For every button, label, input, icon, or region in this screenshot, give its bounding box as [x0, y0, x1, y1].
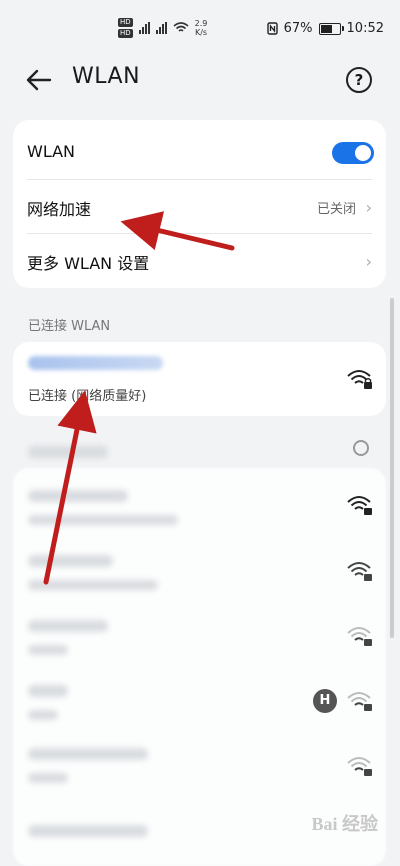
- connection-status: 已连接 (网络质量好): [28, 389, 147, 404]
- wifi-lock-icon: [347, 757, 372, 776]
- hd-badge-1: HD: [118, 18, 133, 27]
- acceleration-value: 已关闭: [316, 202, 356, 217]
- connected-network-item[interactable]: 已连接 (网络质量好): [13, 342, 386, 416]
- wifi-lock-icon: [347, 627, 372, 646]
- nfc-icon: [266, 22, 278, 35]
- page-title: WLAN: [72, 64, 141, 89]
- signal-icon-2: [155, 22, 167, 34]
- battery-icon: [318, 22, 344, 35]
- blur-text: [28, 446, 108, 458]
- wlan-label: WLAN: [27, 142, 76, 161]
- more-wlan-settings-row[interactable]: 更多 WLAN 设置 ›: [13, 232, 386, 288]
- wifi-lock-icon: [347, 692, 372, 711]
- status-bar: HD HD 2.9 K/s 67% 10:52: [0, 0, 400, 58]
- blur-text: [28, 620, 108, 632]
- network-name-blurred: [28, 356, 163, 370]
- blur-text: [28, 710, 58, 720]
- more-settings-label: 更多 WLAN 设置: [27, 254, 150, 273]
- blur-text: [28, 685, 68, 697]
- wifi-lock-icon: [347, 496, 372, 515]
- settings-card: WLAN 网络加速 已关闭 › 更多 WLAN 设置 ›: [13, 120, 386, 288]
- blur-text: [28, 580, 158, 590]
- network-speed: 2.9 K/s: [195, 19, 208, 37]
- blur-text: [28, 825, 148, 837]
- wifi6-badge-icon: H: [313, 689, 337, 713]
- hd-badge-2: HD: [118, 29, 133, 38]
- connected-section-title: 已连接 WLAN: [28, 319, 111, 334]
- speed-unit: K/s: [194, 28, 208, 37]
- status-right: 67% 10:52: [266, 21, 384, 36]
- chevron-right-icon: ›: [365, 198, 372, 217]
- blur-text: [28, 645, 68, 655]
- wifi-status-icon: [173, 22, 189, 32]
- blur-text: [28, 748, 148, 760]
- available-networks-blurred: [0, 430, 400, 866]
- watermark: Bai 经验: [311, 814, 378, 834]
- blur-text: [28, 515, 178, 525]
- back-arrow-icon[interactable]: [24, 66, 54, 94]
- wifi-lock-icon: [347, 562, 372, 581]
- acceleration-label: 网络加速: [27, 200, 92, 219]
- toggle-knob: [355, 145, 371, 161]
- clock: 10:52: [346, 21, 384, 36]
- wifi-lock-icon: [347, 370, 372, 389]
- battery-fill: [320, 24, 332, 33]
- blur-text: [28, 490, 128, 502]
- chevron-right-icon: ›: [365, 252, 372, 271]
- blur-text: [28, 555, 113, 567]
- help-icon[interactable]: ?: [346, 67, 372, 93]
- blur-text: [28, 773, 68, 783]
- speed-value: 2.9: [194, 19, 208, 28]
- scrollbar[interactable]: [390, 298, 394, 638]
- network-acceleration-row[interactable]: 网络加速 已关闭 ›: [13, 178, 386, 234]
- wlan-toggle[interactable]: [332, 142, 374, 164]
- battery-percent: 67%: [283, 21, 313, 36]
- status-left: HD HD 2.9 K/s: [118, 18, 207, 38]
- header: WLAN ?: [0, 58, 400, 102]
- signal-icon-1: [138, 22, 150, 34]
- wlan-toggle-row[interactable]: WLAN: [13, 124, 386, 180]
- hd-badges: HD HD: [118, 18, 133, 38]
- available-networks-card: [13, 468, 386, 866]
